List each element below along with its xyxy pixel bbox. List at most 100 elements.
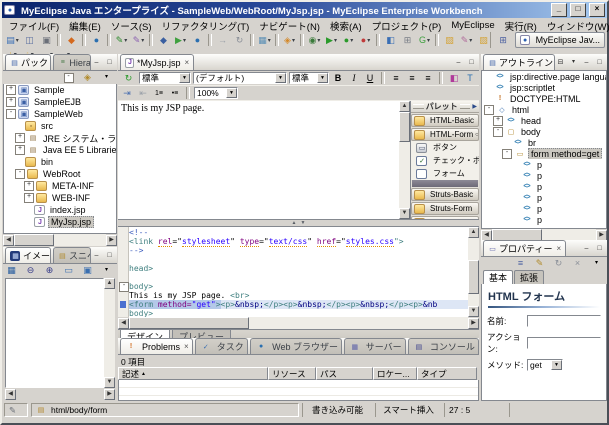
source-line[interactable] [129,255,468,264]
tree-item[interactable]: <>p [482,181,606,192]
run-button[interactable]: ▶▾ [323,34,340,47]
skip-breakpoints-button[interactable]: → [214,34,231,47]
align-center-button[interactable]: ≡ [405,72,419,84]
tree-item[interactable]: +▤JRE システム・ライブラリー [jd [4,132,116,144]
tree-item[interactable]: +▣Sample [4,84,116,96]
myeclipse-tools-button[interactable]: ◈▾ [281,34,298,47]
expand-toggle-icon[interactable]: + [15,145,25,155]
maximize-view-icon[interactable]: □ [466,58,477,68]
minimize-button[interactable]: _ [551,3,567,17]
source-line[interactable]: --> [129,246,468,255]
column-header-1[interactable]: 記述▲ [118,367,268,380]
view-menu-button[interactable]: ▾ [98,72,115,84]
zoom-out-button[interactable]: ⊖ [22,265,39,277]
tree-item[interactable]: <>jsp:scriptlet [482,82,606,93]
scroll-down-icon[interactable]: ▼ [104,377,115,388]
link-editor-button[interactable]: ◈ [79,72,96,84]
font-color-button[interactable]: T [463,72,477,84]
tree-item[interactable]: <>jsp:directive.page language=java [482,71,606,82]
collapse-toggle-icon[interactable]: - [502,149,512,159]
tree-item[interactable]: +▣SampleEJB [4,96,116,108]
perspective-button[interactable]: ● MyEclipse Jav... [515,32,605,48]
collapse-toggle-icon[interactable]: - [15,169,25,179]
open-browser-button[interactable]: ● [88,34,105,47]
numbered-list-button[interactable]: 1≡ [152,87,166,99]
refresh-design-button[interactable]: ↻ [120,72,137,85]
collapse-toggle-icon[interactable]: - [493,127,503,137]
zoom-combo[interactable]: 100%▼ [194,87,238,99]
tree-item[interactable]: !DOCTYPE:HTML [482,93,606,104]
palette-group-struts-form[interactable]: Struts-Form [411,202,479,215]
refresh-button[interactable]: ↻ [231,34,248,47]
view-menu-icon[interactable]: ▾ [568,58,579,68]
palette-item[interactable]: フォーム [411,167,479,180]
scroll-up-icon[interactable]: ▲ [399,101,410,112]
web-globe-button[interactable]: ● [189,34,206,47]
tree-item[interactable]: ▫src [4,120,116,132]
tree-item[interactable]: JMyJsp.jsp [4,216,116,228]
bullet-list-button[interactable]: •≡ [168,87,182,99]
scroll-track[interactable] [129,317,468,329]
source-line[interactable]: <form method="get"><p>&nbsp;</p><p>&nbsp… [129,300,468,309]
tab-close-icon[interactable]: × [556,244,561,253]
problems-table-body[interactable] [118,380,479,401]
package-hscrollbar[interactable]: ◀ ▶ [3,234,117,246]
source-line[interactable]: body> [129,309,468,317]
action-input[interactable] [527,337,601,349]
menu-item[interactable]: プロジェクト(P) [367,18,447,34]
tree-item[interactable]: -▢body [482,126,606,137]
palette-group-html-basic[interactable]: HTML-Basic [411,114,479,127]
categories-button[interactable]: ≡ [512,258,529,270]
fit-button[interactable]: ▭ [60,265,77,277]
collapse-all-icon[interactable]: ⊟ [555,58,566,68]
scroll-track[interactable] [104,289,115,377]
tab-サーバー[interactable]: ▦サーバー [344,338,406,354]
source-line[interactable]: <!-- [129,228,468,237]
tree-item[interactable]: <>p [482,159,606,170]
maximize-view-icon[interactable]: □ [594,244,605,254]
annotate-button[interactable]: ✎▾ [458,34,475,47]
restore-default-button[interactable]: ↻ [550,258,567,270]
scroll-left-icon[interactable]: ◀ [481,230,492,241]
web-browser-button[interactable]: G▾ [416,34,433,47]
view-menu-button[interactable]: ▾ [588,258,605,270]
new-wizard-button[interactable]: ▤▾ [4,34,21,47]
collapse-all-button[interactable]: - [60,72,77,84]
palette-group-html-form[interactable]: HTML-Form○ [411,128,479,141]
open-perspective-button[interactable]: ⊞ [495,34,512,47]
maximize-view-icon[interactable]: □ [104,58,115,68]
tab-コンソール[interactable]: ▤コンソール [408,338,479,354]
column-header-3[interactable]: パス [316,367,373,380]
menu-item[interactable]: 編集(E) [64,18,106,34]
menu-item[interactable]: リファクタリング(T) [157,18,255,34]
tree-item[interactable]: <>p [482,170,606,181]
align-right-button[interactable]: ≡ [421,72,435,84]
profile-button[interactable]: ●▾ [357,34,374,47]
scroll-up-icon[interactable]: ▲ [468,227,479,238]
column-header-5[interactable]: タイプ [417,367,477,380]
tab-outline[interactable]: ▤ アウトライン × [483,54,555,70]
column-header-2[interactable]: リソース [268,367,316,380]
source-hscrollbar[interactable]: ◀ ▶ [118,317,479,329]
palette-group-jsf-basic[interactable]: JSF-Basic [411,216,479,219]
tree-item[interactable]: -WebRoot [4,168,116,180]
source-line[interactable]: head> [129,264,468,273]
open-folder-button[interactable]: ▨ [441,34,458,47]
source-code[interactable]: <!--<link rel="stylesheet" type="text/cs… [129,227,468,317]
expand-toggle-icon[interactable]: + [24,181,34,191]
tree-item[interactable]: +▤Java EE 5 Libraries [4,144,116,156]
remove-button[interactable]: × [569,258,586,270]
tab-web-ブラウザー[interactable]: ●Web ブラウザー [250,338,342,354]
image-tools-button[interactable]: ▦▾ [256,34,273,47]
tab-editor-myjsp[interactable]: J *MyJsp.jsp × [120,54,194,70]
maximize-button[interactable]: □ [570,3,586,17]
new-class-button[interactable]: ✎▾ [113,34,130,47]
subtab-basic[interactable]: 基本 [483,270,513,284]
indent-button[interactable]: ⇥ [120,87,134,99]
image-vscrollbar[interactable]: ▲ ▼ [104,278,115,388]
design-vscrollbar[interactable]: ▲ ▼ [399,101,410,219]
tree-item[interactable]: <>p [482,192,606,203]
save-button[interactable]: ◫ [21,34,38,47]
scroll-thumb[interactable] [129,317,249,329]
source-line[interactable]: body> [129,282,468,291]
